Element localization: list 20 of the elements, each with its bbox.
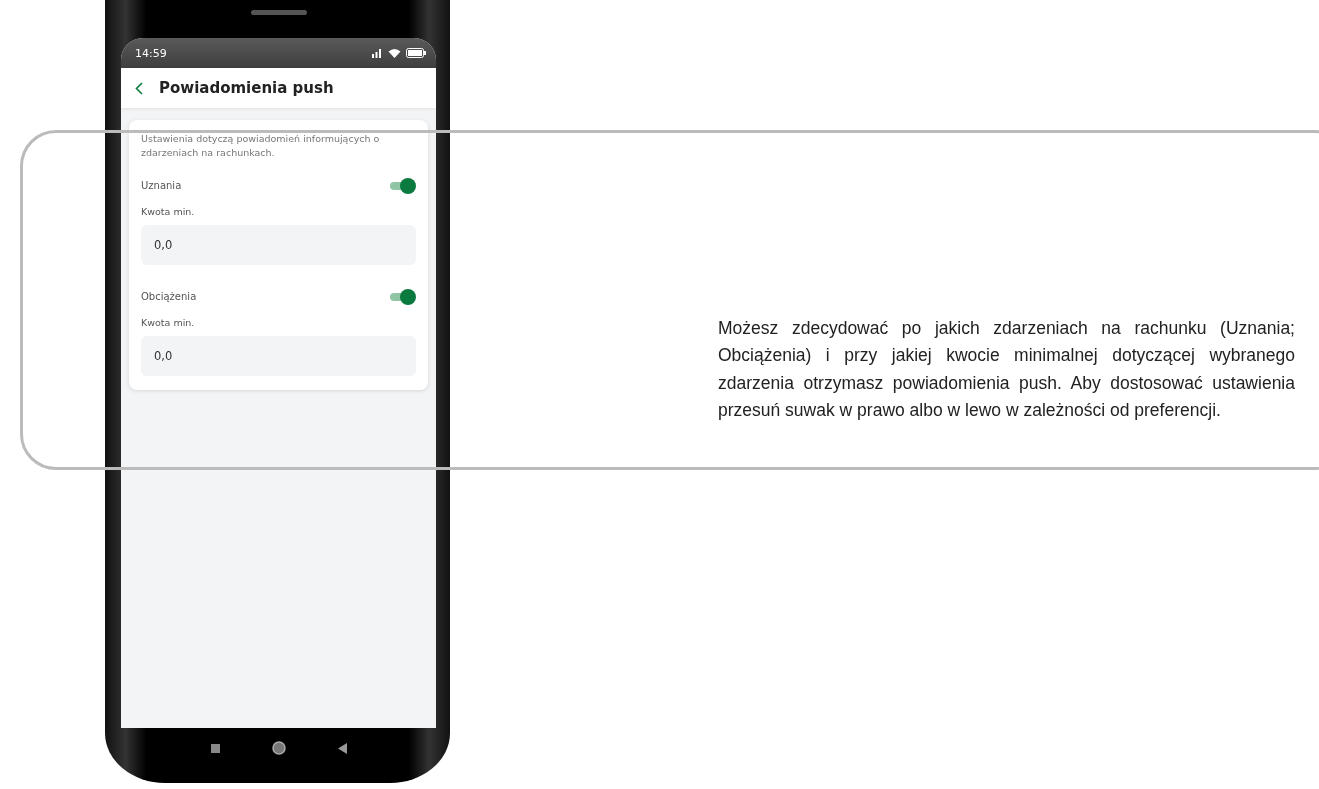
amount-field[interactable]: 0,0 xyxy=(141,335,416,376)
amount-label: Kwota min. xyxy=(141,316,196,328)
home-icon[interactable] xyxy=(271,741,286,755)
back-icon[interactable] xyxy=(135,81,143,95)
amount-label: Kwota min. xyxy=(141,205,196,217)
settings-description: Ustawienia dotyczą powiadomień informujących o zdarzeniach na rachunkach. xyxy=(141,132,381,160)
notification-toggle[interactable] xyxy=(388,177,416,194)
callout-text: Możesz zdecydować po jakich zdarzeniach na rachunku (Uznania; Obciążenia) i przy jakiej kwocie minimalnej dotyczącej wybranego zdarzenia otrzymasz powiadomienia push. Aby dostosować ustawienia przesuń suwak w prawo albo w lewo w zależności od preferencji. xyxy=(718,317,1295,422)
back-nav-icon[interactable] xyxy=(337,742,347,754)
screen-title: Powiadomienia push xyxy=(159,79,334,97)
recent-apps-icon[interactable] xyxy=(210,743,220,753)
status-time: 14:59 xyxy=(135,46,167,60)
battery-icon xyxy=(406,48,426,58)
notification-label: Obciążenia xyxy=(141,291,197,303)
wifi-icon xyxy=(388,48,401,58)
amount-field[interactable]: 0,0 xyxy=(141,224,416,265)
signal-icon xyxy=(371,48,383,58)
notification-toggle[interactable] xyxy=(388,288,416,305)
notification-label: Uznania xyxy=(141,180,182,192)
speaker-slot xyxy=(250,10,307,15)
